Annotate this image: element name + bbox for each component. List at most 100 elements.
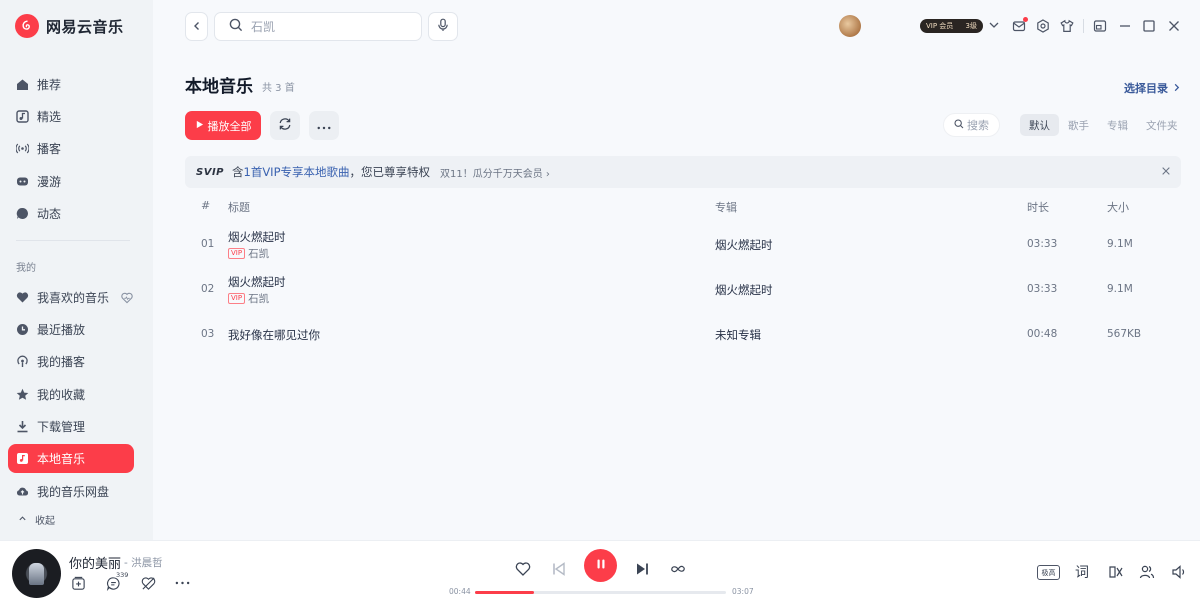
banner-text-post: ，您已尊享特权 [349, 165, 431, 179]
search-box[interactable] [214, 12, 422, 41]
comment-count: 339 [116, 571, 129, 579]
mail-icon[interactable] [1011, 17, 1028, 34]
track-size: 9.1M [1107, 238, 1133, 250]
notification-dot [1023, 17, 1028, 22]
sort-tab-album[interactable]: 专辑 [1098, 114, 1137, 136]
choose-directory-label: 选择目录 [1124, 82, 1168, 95]
home-icon [16, 78, 29, 91]
sound-effect-icon[interactable] [1107, 563, 1125, 581]
track-artist[interactable]: 石凯 [248, 291, 269, 306]
table-row[interactable]: 02 烟火燃起时 VIP 石凯 烟火燃起时 03:33 9.1M [185, 267, 1181, 311]
minimize-icon[interactable] [1117, 18, 1133, 34]
sidebar-item-local-music[interactable]: 本地音乐 [8, 444, 134, 473]
dislike-icon[interactable] [140, 575, 156, 591]
track-album[interactable]: 未知专辑 [715, 327, 761, 343]
sort-tab-default[interactable]: 默认 [1020, 114, 1059, 136]
next-track-icon[interactable] [632, 559, 652, 579]
app-logo[interactable]: 网易云音乐 [15, 14, 124, 38]
banner-highlight: 1首VIP专享本地歌曲 [243, 165, 350, 179]
more-options-button[interactable] [309, 111, 339, 140]
like-heart-icon[interactable] [513, 559, 533, 579]
chevron-down-icon[interactable] [988, 19, 1000, 34]
voice-search-button[interactable] [428, 12, 458, 41]
sidebar-item-featured[interactable]: 精选 [8, 102, 134, 131]
search-input[interactable] [251, 19, 401, 34]
quality-button[interactable]: 极高 [1037, 565, 1060, 580]
close-icon[interactable] [1161, 165, 1171, 179]
microphone-icon [436, 18, 450, 35]
track-size: 567KB [1107, 328, 1142, 340]
svip-logo: SVIP [196, 166, 224, 178]
sidebar-item-recent[interactable]: 最近播放 [8, 315, 134, 344]
close-icon[interactable] [1166, 18, 1182, 34]
pause-button[interactable] [584, 549, 617, 582]
back-button[interactable] [185, 12, 208, 41]
skin-tshirt-icon[interactable] [1059, 18, 1075, 34]
volume-icon[interactable] [1170, 563, 1188, 581]
maximize-icon[interactable] [1141, 18, 1157, 34]
track-album[interactable]: 烟火燃起时 [715, 282, 773, 298]
column-header-number: # [201, 199, 211, 212]
add-to-playlist-icon[interactable] [70, 575, 86, 591]
track-album[interactable]: 烟火燃起时 [715, 237, 773, 253]
local-search-box[interactable]: 搜索 [943, 113, 1000, 137]
listen-together-icon[interactable] [1138, 563, 1156, 581]
sidebar-item-podcast[interactable]: 播客 [8, 134, 134, 163]
sidebar-item-downloads[interactable]: 下载管理 [8, 412, 134, 441]
now-playing-title[interactable]: 你的美丽 [69, 553, 121, 572]
column-header-title[interactable]: 标题 [228, 199, 250, 215]
track-duration: 03:33 [1027, 283, 1058, 295]
album-cover[interactable] [12, 549, 61, 598]
sidebar-item-feed[interactable]: 动态 [8, 199, 134, 228]
sidebar-item-recommend[interactable]: 推荐 [8, 70, 134, 99]
table-row[interactable]: 03 我好像在哪见过你 未知专辑 00:48 567KB [185, 312, 1181, 356]
settings-icon[interactable] [1035, 18, 1051, 34]
progress-bar[interactable] [475, 591, 726, 594]
sidebar-divider [16, 240, 130, 241]
sidebar-item-liked-music[interactable]: 我喜欢的音乐 [8, 283, 134, 312]
play-all-button[interactable]: 播放全部 [185, 111, 261, 140]
mini-mode-icon[interactable] [1092, 18, 1108, 34]
heartbeat-mode-icon[interactable] [121, 292, 133, 304]
sidebar-item-roam[interactable]: 漫游 [8, 167, 134, 196]
column-header-album[interactable]: 专辑 [715, 199, 737, 215]
sidebar-item-collection[interactable]: 我的收藏 [8, 380, 134, 409]
sort-tabs: 默认 歌手 专辑 文件夹 [1020, 114, 1187, 136]
track-artist[interactable]: 石凯 [248, 246, 269, 261]
sidebar-collapse[interactable]: 收起 [18, 512, 55, 527]
collapse-label: 收起 [35, 516, 55, 527]
chevron-right-icon [1172, 82, 1181, 95]
sidebar-item-my-podcast[interactable]: 我的播客 [8, 347, 134, 376]
toolbar-separator [1083, 19, 1084, 33]
now-playing-artist[interactable]: - 洪晨哲 [124, 555, 163, 570]
sidebar-item-label: 本地音乐 [37, 452, 86, 466]
vip-tag: VIP [228, 293, 246, 304]
total-time: 03:07 [732, 587, 754, 596]
column-header-size[interactable]: 大小 [1107, 199, 1129, 215]
local-music-icon [16, 452, 29, 465]
netease-logo-icon [15, 14, 39, 38]
sidebar-item-label: 我喜欢的音乐 [37, 291, 110, 305]
music-note-icon [16, 110, 29, 123]
vip-level-badge[interactable]: VIP 会员 3级 [920, 19, 983, 33]
svip-banner[interactable]: SVIP 含 1首VIP专享本地歌曲 ，您已尊享特权 双11！瓜分千万天会员 › [185, 156, 1181, 188]
player-bar: 你的美丽 - 洪晨哲 339 00:44 03:07 极高 词 [0, 540, 1200, 600]
search-icon [229, 18, 243, 35]
track-artist-line: VIP 石凯 [228, 291, 269, 306]
chat-bubble-icon [16, 207, 29, 220]
column-header-duration[interactable]: 时长 [1027, 199, 1049, 215]
sidebar-item-cloud-disk[interactable]: 我的音乐网盘 [8, 477, 134, 506]
previous-track-icon[interactable] [549, 559, 569, 579]
more-dots-icon[interactable] [174, 575, 190, 591]
table-row[interactable]: 01 烟火燃起时 VIP 石凯 烟火燃起时 03:33 9.1M [185, 222, 1181, 266]
lyrics-button[interactable]: 词 [1073, 563, 1091, 581]
choose-directory-link[interactable]: 选择目录 [1124, 80, 1181, 96]
sort-tab-folder[interactable]: 文件夹 [1137, 114, 1187, 136]
user-avatar[interactable] [839, 15, 861, 37]
banner-promo-link[interactable]: 双11！瓜分千万天会员 › [440, 165, 550, 180]
vip-tag: VIP [228, 248, 246, 259]
refresh-button[interactable] [270, 111, 300, 140]
sort-tab-artist[interactable]: 歌手 [1059, 114, 1098, 136]
loop-mode-icon[interactable] [668, 559, 688, 579]
track-title: 我好像在哪见过你 [228, 328, 320, 342]
